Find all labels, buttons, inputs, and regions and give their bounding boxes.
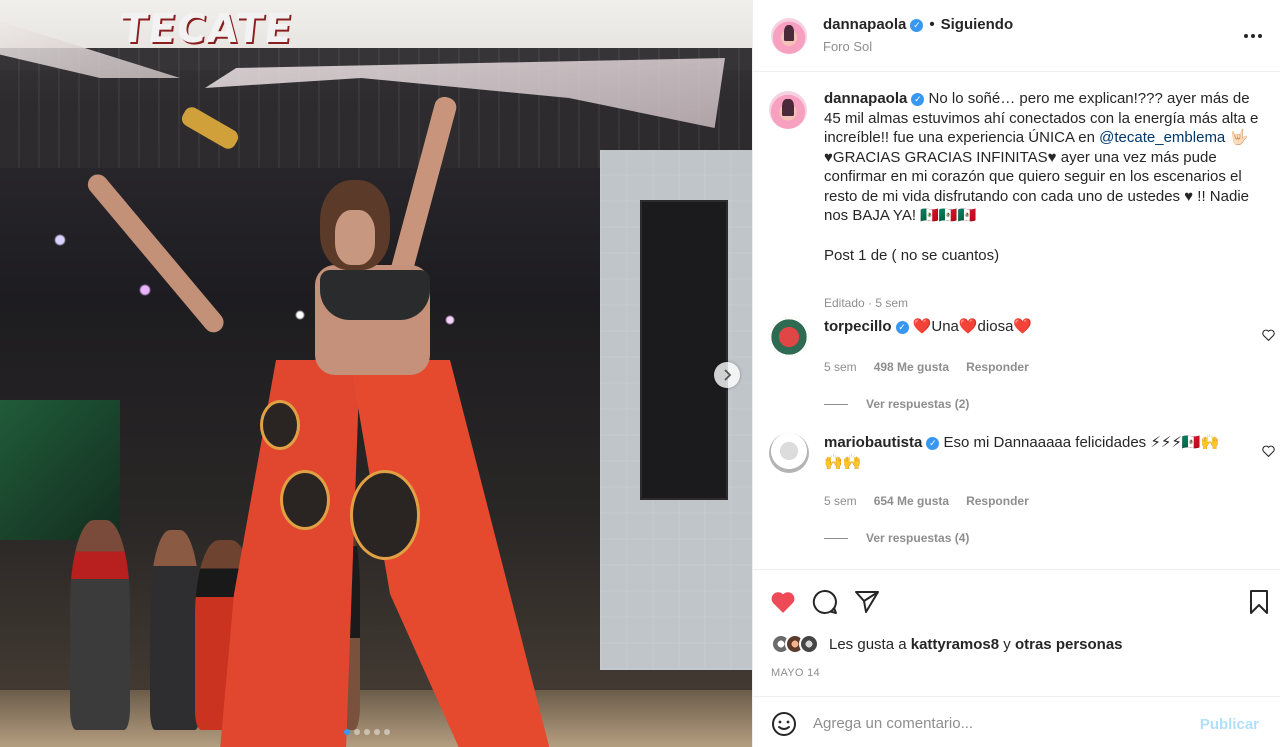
comment-time[interactable]: 5 sem — [824, 494, 857, 508]
post-header: dannapaola ✓ • Siguiendo Foro Sol — [753, 0, 1280, 72]
comments-scroll-area[interactable]: dannapaola ✓ No lo soñé… pero me explican… — [753, 73, 1280, 569]
instagram-post-modal: TECATE dannapaola ✓ • Siguiendo Foro Sol… — [0, 0, 1280, 747]
publish-button[interactable]: Publicar — [1200, 716, 1259, 733]
comment-meta: 5 sem 654 Me gusta Responder — [824, 494, 1029, 508]
caption-username[interactable]: dannapaola — [824, 90, 907, 107]
caption-meta: Editado · 5 sem — [824, 296, 909, 310]
carousel-dot — [374, 729, 380, 735]
speaker-tower — [640, 200, 728, 500]
comment-icon[interactable] — [811, 588, 839, 616]
performer-top — [320, 270, 430, 320]
comment-likes[interactable]: 498 Me gusta — [874, 360, 949, 374]
avatar[interactable] — [769, 433, 809, 473]
chevron-right-icon[interactable] — [714, 362, 740, 388]
emoji-icon[interactable] — [771, 711, 797, 737]
carousel-dot — [344, 729, 350, 735]
background-dancer — [150, 530, 200, 730]
main-performer — [83, 80, 560, 747]
pants-patch — [260, 400, 300, 450]
carousel-dot — [354, 729, 360, 735]
bookmark-icon[interactable] — [1245, 588, 1273, 616]
tecate-logo: TECATE — [117, 6, 295, 52]
carousel-dot — [364, 729, 370, 735]
pants-patch — [350, 470, 420, 560]
view-replies-label[interactable]: Ver respuestas (4) — [866, 531, 969, 545]
background-dancer — [70, 520, 130, 730]
follow-status[interactable]: Siguiendo — [941, 16, 1014, 33]
comment-username[interactable]: torpecillo — [824, 318, 892, 335]
verified-icon: ✓ — [910, 19, 924, 32]
view-replies-button[interactable]: Ver respuestas (2) — [824, 397, 969, 411]
more-options-icon[interactable] — [1243, 22, 1263, 45]
replies-line — [824, 537, 848, 539]
likes-text: Les gusta a kattyramos8 y otras personas — [829, 636, 1123, 653]
username-text[interactable]: dannapaola — [823, 16, 906, 33]
post-date[interactable]: MAYO 14 — [771, 667, 820, 679]
post-details-panel: dannapaola ✓ • Siguiendo Foro Sol dannapaol… — [752, 0, 1280, 747]
comment-meta: 5 sem 498 Me gusta Responder — [824, 360, 1029, 374]
heart-icon[interactable] — [1262, 445, 1275, 460]
mention-link[interactable]: @tecate_emblema — [1099, 129, 1225, 146]
comment-text: mariobautista ✓ Eso mi Dannaaaaa felicida… — [824, 433, 1234, 472]
reply-button[interactable]: Responder — [966, 360, 1029, 374]
verified-icon: ✓ — [926, 437, 940, 451]
heart-icon[interactable] — [769, 588, 797, 616]
comment-input[interactable] — [813, 710, 1193, 736]
header-separator: • — [929, 16, 935, 33]
likes-prefix: Les gusta a — [829, 635, 911, 653]
view-replies-label[interactable]: Ver respuestas (2) — [866, 397, 969, 411]
avatar[interactable] — [769, 317, 809, 357]
comment-text: torpecillo ✓ ❤️Una❤️diosa❤️ — [824, 317, 1234, 337]
comment-username[interactable]: mariobautista — [824, 434, 922, 451]
avatar[interactable] — [769, 91, 807, 129]
carousel-dot — [384, 729, 390, 735]
comment-time[interactable]: 5 sem — [824, 360, 857, 374]
verified-icon: ✓ — [895, 321, 909, 335]
liker-username[interactable]: kattyramos8 — [911, 636, 999, 653]
share-icon[interactable] — [853, 588, 881, 616]
comment-body: ❤️Una❤️diosa❤️ — [912, 318, 1033, 335]
post-actions: Les gusta a kattyramos8 y otras personas… — [753, 569, 1280, 696]
view-replies-button[interactable]: Ver respuestas (4) — [824, 531, 969, 545]
avatar[interactable] — [799, 634, 819, 654]
other-likers-link[interactable]: otras personas — [1015, 636, 1123, 653]
likes-middle: y — [999, 635, 1015, 653]
add-comment-bar: Publicar — [753, 696, 1280, 747]
avatar[interactable] — [771, 18, 807, 54]
verified-icon: ✓ — [911, 93, 925, 107]
led-screen — [0, 400, 120, 540]
location-link[interactable]: Foro Sol — [823, 39, 872, 54]
caption-text: dannapaola ✓ No lo soñé… pero me explican… — [824, 89, 1269, 265]
comment-likes[interactable]: 654 Me gusta — [874, 494, 949, 508]
performer-face — [335, 210, 375, 265]
heart-icon[interactable] — [1262, 329, 1275, 344]
carousel-indicator — [344, 729, 390, 735]
replies-line — [824, 403, 848, 405]
pants-patch — [280, 470, 330, 530]
post-media[interactable]: TECATE — [0, 0, 752, 747]
reply-button[interactable]: Responder — [966, 494, 1029, 508]
likes-summary: Les gusta a kattyramos8 y otras personas — [771, 634, 1123, 654]
caption-extra: Post 1 de ( no se cuantos) — [824, 246, 1000, 264]
header-username[interactable]: dannapaola ✓ • Siguiendo — [823, 16, 1013, 33]
